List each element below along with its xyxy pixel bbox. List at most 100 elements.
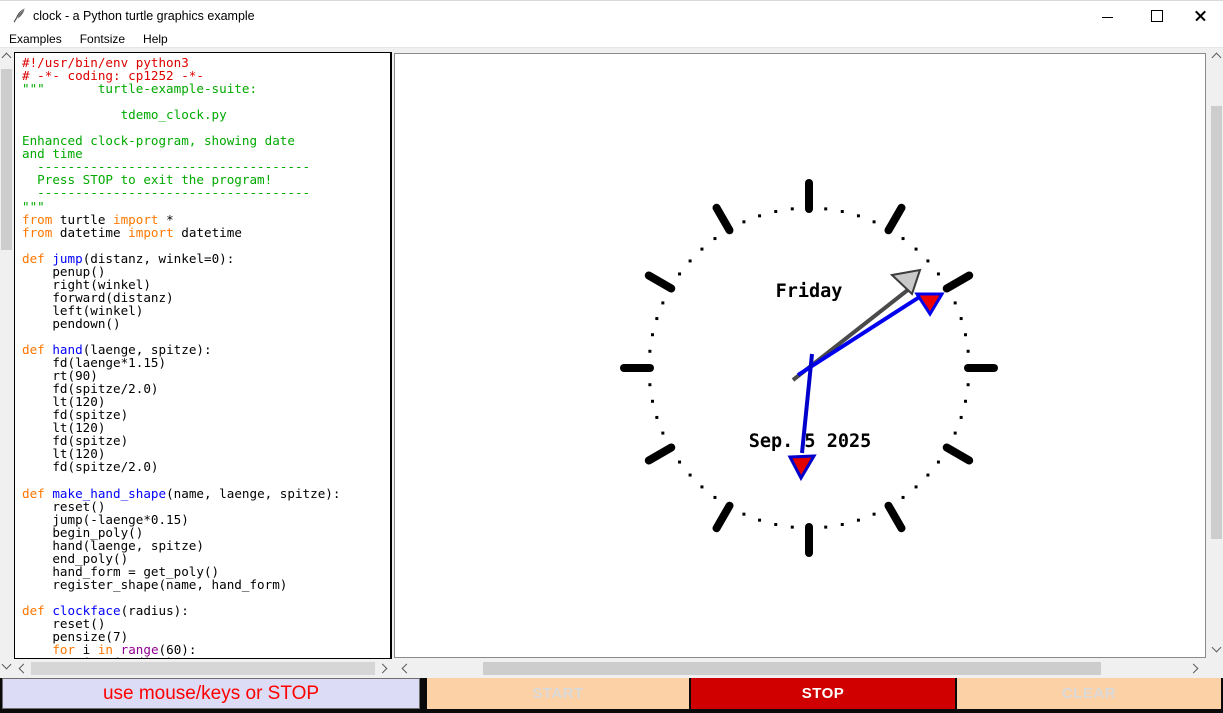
scroll-up-arrow[interactable] — [2, 53, 12, 63]
minute-dot — [713, 237, 716, 240]
minute-dot — [857, 214, 860, 217]
title-bar: clock - a Python turtle graphics example — [0, 0, 1223, 31]
menu-fontsize[interactable]: Fontsize — [71, 32, 134, 46]
scroll-right-arrow[interactable] — [378, 664, 388, 674]
clock-day-label: Friday — [776, 281, 843, 302]
code-vertical-scrollbar[interactable] — [0, 48, 13, 677]
minute-dot — [678, 272, 681, 275]
minute-dot — [648, 383, 651, 386]
scroll-down-arrow[interactable] — [1212, 643, 1222, 653]
minute-dot — [661, 301, 664, 304]
main-area: #!/usr/bin/env python3# -*- coding: cp12… — [0, 47, 1223, 678]
code-line: ------------------------------------ — [22, 186, 340, 199]
minute-dot — [937, 272, 940, 275]
turtle-canvas[interactable]: Friday Sep. 5 2025 — [394, 53, 1206, 658]
minute-dot — [824, 526, 827, 529]
maximize-icon — [1151, 10, 1163, 22]
minute-dot — [926, 474, 929, 477]
minute-dot — [651, 400, 654, 403]
minute-dot — [774, 210, 777, 213]
minute-dot — [824, 207, 827, 210]
canvas-horizontal-scrollbar[interactable] — [396, 659, 1204, 677]
code-vscroll-thumb[interactable] — [1, 69, 12, 250]
scroll-down-arrow[interactable] — [2, 660, 12, 670]
python-feather-icon — [11, 7, 28, 24]
minute-dot — [857, 519, 860, 522]
clear-button[interactable]: CLEAR — [957, 678, 1221, 709]
hour-tick — [947, 448, 970, 461]
window-title: clock - a Python turtle graphics example — [33, 9, 255, 23]
canvas-vscroll-thumb[interactable] — [1211, 106, 1222, 539]
minute-dot — [700, 248, 703, 251]
clock-date-label: Sep. 5 2025 — [749, 431, 872, 452]
hour-tick — [947, 276, 970, 289]
hour-tick — [649, 276, 672, 289]
minute-dot — [954, 301, 957, 304]
minute-dot — [915, 248, 918, 251]
scroll-left-arrow[interactable] — [402, 664, 412, 674]
minute-dot — [713, 496, 716, 499]
minute-dot — [758, 214, 761, 217]
minute-dot — [960, 416, 963, 419]
minute-dot — [902, 237, 905, 240]
minute-dot — [926, 259, 929, 262]
menu-examples[interactable]: Examples — [0, 32, 71, 46]
scroll-right-arrow[interactable] — [1189, 664, 1199, 674]
minute-dot — [758, 519, 761, 522]
minute-dot — [960, 317, 963, 320]
minute-dot — [655, 317, 658, 320]
menu-bar: Examples Fontsize Help — [0, 30, 1223, 47]
minute-dot — [937, 461, 940, 464]
minute-dot — [742, 513, 745, 516]
code-line: tdemo_clock.py — [22, 108, 340, 121]
minimize-button[interactable] — [1085, 1, 1130, 31]
close-button[interactable] — [1178, 1, 1223, 31]
minute-dot — [655, 416, 658, 419]
code-line: from datetime import datetime — [22, 226, 340, 239]
turtledemo-window: { "window": { "title": "clock - a Python… — [0, 0, 1223, 713]
hour-tick — [889, 208, 902, 231]
minute-dot — [954, 432, 957, 435]
code-line: """ turtle-example-suite: — [22, 82, 340, 95]
minute-dot — [689, 259, 692, 262]
code-text: #!/usr/bin/env python3# -*- coding: cp12… — [22, 56, 340, 659]
code-line: fd(spitze/2.0) — [22, 460, 340, 473]
turtle-canvas-svg: Friday Sep. 5 2025 — [395, 54, 1205, 657]
code-horizontal-scrollbar[interactable] — [14, 659, 392, 677]
minute-dot — [651, 333, 654, 336]
menu-help[interactable]: Help — [134, 32, 177, 46]
close-icon — [1194, 10, 1207, 23]
minute-dot — [964, 333, 967, 336]
code-line: register_shape(name, hand_form) — [22, 578, 340, 591]
minute-dot — [902, 496, 905, 499]
minimize-icon — [1102, 17, 1113, 18]
minute-dot — [648, 350, 651, 353]
bottom-bar: use mouse/keys or STOP START STOP CLEAR — [0, 678, 1223, 713]
hour-tick — [717, 208, 730, 231]
minute-dot — [967, 383, 970, 386]
start-button[interactable]: START — [427, 678, 689, 709]
minute-dot — [791, 526, 794, 529]
hour-tick — [649, 448, 672, 461]
minute-dot — [873, 220, 876, 223]
minute-dot — [964, 400, 967, 403]
code-hscroll-thumb[interactable] — [31, 662, 375, 675]
scroll-up-arrow[interactable] — [1212, 53, 1222, 63]
stop-button[interactable]: STOP — [691, 678, 955, 709]
minute-dot — [967, 350, 970, 353]
minute-dot — [841, 523, 844, 526]
minute-dot — [841, 210, 844, 213]
minute-dot — [774, 523, 777, 526]
code-pane[interactable]: #!/usr/bin/env python3# -*- coding: cp12… — [14, 52, 392, 659]
canvas-vertical-scrollbar[interactable] — [1209, 48, 1223, 659]
minute-dot — [700, 485, 703, 488]
maximize-button[interactable] — [1134, 1, 1179, 31]
hour-hand-head — [790, 456, 814, 478]
hour-tick — [717, 506, 730, 529]
minute-hand-head — [917, 294, 942, 314]
minute-dot — [742, 220, 745, 223]
minute-dot — [689, 474, 692, 477]
canvas-hscroll-thumb[interactable] — [483, 662, 1101, 675]
code-line: pendown() — [22, 317, 340, 330]
scroll-left-arrow[interactable] — [19, 664, 29, 674]
